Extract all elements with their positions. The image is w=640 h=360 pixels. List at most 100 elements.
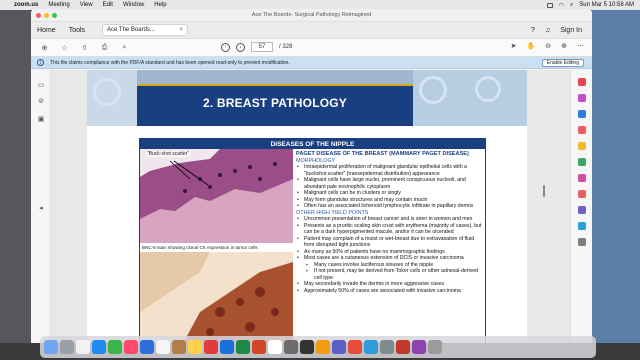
help-icon[interactable]: ? [531, 27, 535, 34]
prev-page-icon[interactable]: ↑ [221, 42, 230, 52]
clock[interactable]: Sun Mar 5 10:58 AM [579, 2, 634, 8]
document-tab[interactable]: Ace The Boards... × [102, 24, 189, 36]
teams-icon[interactable] [332, 340, 346, 354]
scrollbar-thumb[interactable] [543, 185, 545, 197]
fill-sign-icon[interactable] [578, 174, 586, 182]
word-icon[interactable] [220, 340, 234, 354]
menu-help[interactable]: Help [154, 2, 166, 8]
powerpoint-icon[interactable] [252, 340, 266, 354]
menu-edit[interactable]: Edit [103, 2, 113, 8]
edit-pdf-icon[interactable] [578, 94, 586, 102]
paget-text: PAGET DISEASE OF THE BREAST (MAMMARY PAG… [296, 151, 484, 294]
bell-icon[interactable]: ♫ [545, 27, 550, 34]
select-icon[interactable]: ➤ [511, 42, 517, 50]
menu-view[interactable]: View [80, 2, 93, 8]
calendar-icon[interactable] [156, 340, 170, 354]
files-icon[interactable] [380, 340, 394, 354]
comment-icon[interactable] [578, 142, 586, 150]
safari-icon[interactable] [76, 340, 90, 354]
banner-image-right [413, 70, 527, 126]
scan-icon[interactable] [578, 222, 586, 230]
hand-icon[interactable]: ✋ [527, 42, 536, 50]
app-store-icon[interactable] [364, 340, 378, 354]
protect-icon[interactable] [578, 206, 586, 214]
trash-icon[interactable] [428, 340, 442, 354]
sign-in-button[interactable]: Sign In [560, 27, 582, 34]
pdfa-notice: i This file claims compliance with the P… [31, 57, 592, 69]
close-button[interactable] [36, 13, 41, 18]
acrobat-icon[interactable] [204, 340, 218, 354]
menu-meeting[interactable]: Meeting [48, 2, 69, 8]
notice-text: This file claims compliance with the PDF… [50, 59, 290, 66]
desktop-right [592, 9, 640, 343]
list-item: Intraepidermal proliferation of malignan… [296, 164, 484, 177]
settings-icon[interactable] [284, 340, 298, 354]
page-navigation: ↑ ↓ 57 / 328 [221, 42, 292, 52]
more-tools-icon[interactable] [578, 238, 586, 246]
zoom-out-icon[interactable]: ⊖ [545, 42, 551, 50]
search-icon[interactable]: ⌕ [570, 2, 573, 9]
messages-icon[interactable] [108, 340, 122, 354]
excel-icon[interactable] [236, 340, 250, 354]
notes-icon[interactable] [188, 340, 202, 354]
zoom-icon[interactable] [92, 340, 106, 354]
app-icon[interactable] [396, 340, 410, 354]
compress-icon[interactable] [578, 190, 586, 198]
layers-icon[interactable]: ▣ [37, 116, 45, 124]
preview-icon[interactable] [316, 340, 330, 354]
diseases-box: DISEASES OF THE NIPPLE “Buck-shot scatte… [139, 138, 486, 343]
next-page-icon[interactable]: ↓ [236, 42, 245, 52]
desktop-left [0, 9, 31, 343]
wifi-icon[interactable]: ◠ [559, 2, 564, 9]
histology-image-ck [140, 252, 293, 343]
info-icon: i [37, 59, 44, 66]
contacts-icon[interactable] [172, 340, 186, 354]
pdf-page: 2. BREAST PATHOLOGY DISEASES OF THE NIPP… [87, 70, 527, 343]
collapse-icon[interactable]: ◂ [37, 205, 45, 213]
zoom-button[interactable] [52, 13, 57, 18]
terminal-icon[interactable] [300, 340, 314, 354]
enable-editing-button[interactable]: Enable Editing [541, 59, 584, 67]
menu-window[interactable]: Window [123, 2, 144, 8]
dock [40, 336, 596, 358]
page-number-input[interactable]: 57 [251, 42, 273, 52]
menu-app[interactable]: zoom.us [14, 2, 38, 8]
music-icon[interactable] [348, 340, 362, 354]
create-pdf-icon[interactable] [578, 110, 586, 118]
other-list: Uncommon presentation of breast cancer a… [296, 216, 484, 262]
battery-icon[interactable] [546, 2, 553, 8]
organize-icon[interactable] [578, 158, 586, 166]
page-total: / 328 [279, 44, 293, 50]
list-item: Presents as a pruritic scaling skin crus… [296, 223, 484, 236]
bookmark-icon[interactable]: ☆ [59, 42, 70, 53]
list-item: Often has an associated lichenoid lympho… [296, 203, 484, 210]
bookmarks-icon[interactable]: ▭ [37, 82, 45, 90]
tab-tools[interactable]: Tools [69, 27, 85, 34]
chrome-icon[interactable] [268, 340, 282, 354]
more-icon[interactable]: ⋯ [577, 42, 584, 50]
mail-icon[interactable] [140, 340, 154, 354]
minimize-button[interactable] [44, 13, 49, 18]
tab-home[interactable]: Home [37, 27, 56, 34]
photos-icon[interactable] [124, 340, 138, 354]
image2-caption: BNC-5 stain showing clonal CK expression… [142, 245, 258, 250]
search-icon[interactable]: ⌕ [119, 42, 130, 53]
sub-list-item: If not present, may be derived from Toke… [296, 268, 484, 281]
image1-caption: “Buck-shot scatter” [146, 151, 190, 157]
attachment-icon[interactable]: ⊘ [37, 98, 45, 106]
upload-icon[interactable]: ⇧ [79, 42, 90, 53]
list-item: Malignant cells have large nuclei, promi… [296, 177, 484, 190]
zoom-in-icon[interactable]: ⊕ [561, 42, 567, 50]
print-icon[interactable]: ⎙ [99, 42, 110, 53]
app-icon[interactable] [412, 340, 426, 354]
section-header: DISEASES OF THE NIPPLE [140, 139, 485, 149]
create-icon[interactable]: ⊕ [39, 42, 50, 53]
close-icon[interactable]: × [180, 27, 184, 33]
combine-icon[interactable] [578, 126, 586, 134]
title-bar: Ace The Boards- Surgical Pathology Reima… [31, 9, 592, 22]
tools-rail [570, 70, 592, 343]
launchpad-icon[interactable] [60, 340, 74, 354]
finder-icon[interactable] [44, 340, 58, 354]
acrobat-window: Ace The Boards- Surgical Pathology Reima… [31, 9, 592, 343]
export-pdf-icon[interactable] [578, 78, 586, 86]
